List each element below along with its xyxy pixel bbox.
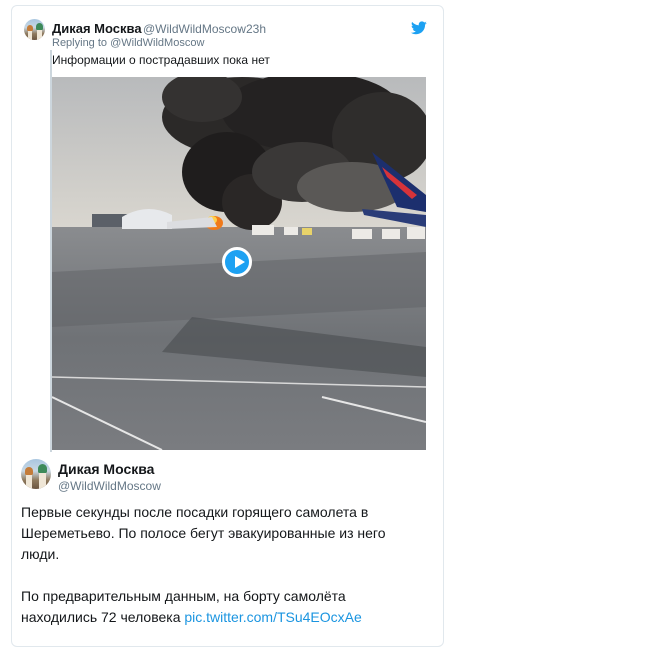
time-separator: · [238, 22, 242, 36]
quoted-paragraph-1: Первые секунды после посадки горящего са… [21, 504, 386, 562]
replying-to: Replying to @WildWildMoscow [52, 37, 204, 49]
pic-link[interactable]: pic.twitter.com/TSu4EOcxAe [184, 609, 361, 625]
author-name[interactable]: Дикая Москва [52, 21, 142, 36]
quoted-author-name[interactable]: Дикая Москва [58, 461, 154, 477]
replying-prefix: Replying to [52, 37, 108, 49]
play-icon[interactable] [222, 247, 252, 277]
quoted-tweet-text: Первые секунды после посадки горящего са… [21, 502, 421, 649]
tweet-time[interactable]: 23h [246, 22, 266, 36]
twitter-bird-icon[interactable] [411, 21, 427, 35]
author-handle[interactable]: @WildWildMoscow [143, 22, 246, 36]
tweet-text: Информации о пострадавших пока нет [52, 53, 270, 67]
quoted-avatar[interactable] [21, 459, 51, 489]
avatar[interactable] [24, 19, 45, 40]
replying-to-link[interactable]: @WildWildMoscow [110, 37, 204, 49]
quoted-author-handle[interactable]: @WildWildMoscow [58, 479, 161, 493]
quoted-paragraph-2: По предварительным данным, на борту само… [21, 586, 421, 628]
video-thumbnail[interactable] [52, 77, 426, 450]
embedded-tweet-card: Дикая Москва @WildWildMoscow · 23h Reply… [11, 5, 444, 647]
